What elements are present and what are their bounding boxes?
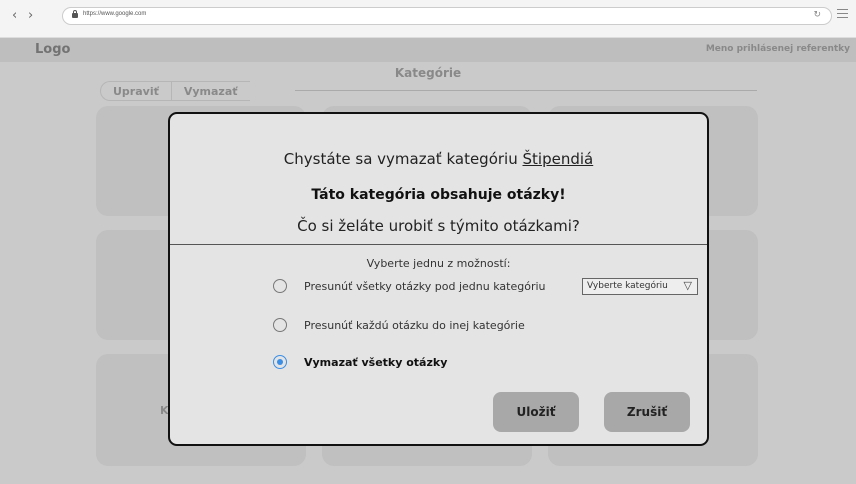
chevron-left-icon[interactable]: ‹ — [12, 9, 17, 23]
dropdown-arrow-icon: ▽ — [683, 279, 692, 292]
select-placeholder: Vyberte kategóriu — [587, 281, 668, 291]
dialog-warning: Táto kategória obsahuje otázky! — [311, 187, 566, 203]
option-label: Presunúť každú otázku do inej kategórie — [304, 318, 525, 332]
dialog-question: Čo si želáte urobiť s týmito otázkami? — [297, 217, 580, 235]
url-text: https://www.google.com — [83, 11, 147, 17]
lock-icon — [72, 10, 78, 18]
option-delete-all[interactable]: Vymazať všetky otázky — [273, 355, 447, 369]
category-select[interactable]: Vyberte kategóriu ▽ — [582, 278, 698, 295]
option-move-all[interactable]: Presunúť všetky otázky pod jednu kategór… — [273, 279, 546, 293]
option-label: Vymazať všetky otázky — [304, 355, 448, 369]
dialog-intro: Chystáte sa vymazať kategóriu Štipendiá — [170, 150, 707, 168]
browser-toolbar: ‹ › https://www.google.com ↻ — [0, 0, 856, 38]
radio-move-each[interactable] — [273, 318, 287, 332]
save-button[interactable]: Uložiť — [493, 392, 579, 432]
radio-delete-all[interactable] — [273, 355, 287, 369]
delete-category-dialog: Chystáte sa vymazať kategóriu Štipendiá … — [168, 112, 709, 446]
dialog-intro-text: Chystáte sa vymazať kategóriu — [283, 150, 523, 168]
address-bar[interactable]: https://www.google.com ↻ — [62, 7, 832, 25]
cancel-button[interactable]: Zrušiť — [604, 392, 690, 432]
dialog-divider — [170, 244, 707, 245]
chevron-right-icon[interactable]: › — [28, 9, 33, 23]
option-label: Presunúť všetky otázky pod jednu kategór… — [304, 279, 546, 293]
category-name-link: Štipendiá — [522, 150, 594, 168]
choose-label: Vyberte jednu z možností: — [366, 257, 511, 270]
menu-icon[interactable] — [837, 9, 848, 18]
radio-move-all[interactable] — [273, 279, 287, 293]
option-move-each[interactable]: Presunúť každú otázku do inej kategórie — [273, 318, 525, 332]
reload-icon[interactable]: ↻ — [813, 10, 821, 20]
